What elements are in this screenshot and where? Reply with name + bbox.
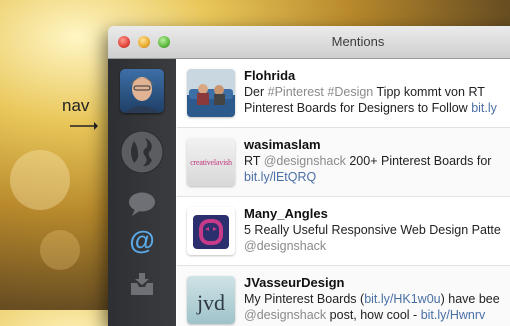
tweet-body: wasimaslam RT @designshack 200+ Pinteres… (244, 137, 510, 185)
app-window: Mentions @ Flohrida Der #Pinterest #Desi… (108, 26, 510, 326)
tweet-line-2: Pinterest Boards for Designers to Follow… (244, 100, 510, 116)
background-bokeh (10, 150, 70, 210)
tweet-username[interactable]: JVasseurDesign (244, 275, 510, 291)
couch-photo-icon (187, 69, 235, 117)
tweet-avatar[interactable]: creativelavish (187, 138, 235, 186)
mentions-timeline[interactable]: Flohrida Der #Pinterest #Design Tipp kom… (177, 59, 510, 326)
tweet-body: Flohrida Der #Pinterest #Design Tipp kom… (244, 68, 510, 116)
tweet-line-2: @designshack post, how cool - bit.ly/Hwn… (244, 307, 510, 323)
person-icon (124, 77, 160, 113)
mention-link[interactable]: @designshack (244, 239, 326, 253)
nav-inbox[interactable] (108, 271, 176, 297)
tweet-body: JVasseurDesign My Pinterest Boards (bit.… (244, 275, 510, 323)
nav-designshack-account[interactable] (108, 129, 176, 175)
hashtag-link[interactable]: #Pinterest (268, 85, 324, 99)
avatar-logo-text: jvd (196, 290, 226, 315)
svg-text:@: @ (129, 227, 154, 255)
tweet-line-1: RT @designshack 200+ Pinterest Boards fo… (244, 153, 510, 169)
tweet-username[interactable]: wasimaslam (244, 137, 510, 153)
tweet-text: post, how cool - (326, 308, 421, 322)
window-title: Mentions (331, 34, 385, 49)
nav-messages[interactable] (108, 191, 176, 217)
tweet-line-1: Der #Pinterest #Design Tipp kommt von RT (244, 84, 510, 100)
profile-avatar[interactable] (120, 69, 164, 113)
inbox-tray-icon (131, 273, 153, 295)
tweet-text: ) have bee (440, 292, 500, 306)
tweet-username[interactable]: Many_Angles (244, 206, 510, 222)
url-link[interactable]: bit.ly/lEtQRQ (244, 170, 316, 184)
tweet-line-1: My Pinterest Boards (bit.ly/HK1w0u) have… (244, 291, 510, 307)
speech-bubble-icon (129, 192, 155, 216)
annotation-label: nav (62, 96, 90, 115)
avatar-logo-text: creativelavish (190, 158, 232, 167)
tweet-item[interactable]: Flohrida Der #Pinterest #Design Tipp kom… (177, 59, 510, 128)
tweet-body: Many_Angles 5 Really Useful Responsive W… (244, 206, 510, 254)
tweet-item[interactable]: Many_Angles 5 Really Useful Responsive W… (177, 197, 510, 266)
globe-shape-icon (120, 130, 164, 174)
tweet-text: Der (244, 85, 268, 99)
angular-face-icon (193, 215, 229, 249)
hashtag-link[interactable]: #Design (327, 85, 373, 99)
tweet-avatar[interactable] (187, 207, 235, 255)
tweet-text: Pinterest Boards for Designers to Follow (244, 101, 472, 115)
title-bar: Mentions (108, 26, 510, 59)
arrow-right-icon (70, 122, 98, 130)
tweet-username[interactable]: Flohrida (244, 68, 510, 84)
tweet-avatar[interactable] (187, 69, 235, 117)
url-link[interactable]: bit.ly/Hwnrv (421, 308, 486, 322)
tweet-text: 200+ Pinterest Boards for (345, 154, 492, 168)
tweet-line-2: @designshack (244, 238, 510, 254)
tweet-text: Tipp kommt von RT (373, 85, 485, 99)
tweet-text: My Pinterest Boards ( (244, 292, 365, 306)
tweet-item[interactable]: creativelavish wasimaslam RT @designshac… (177, 128, 510, 197)
tweet-item[interactable]: jvd JVasseurDesign My Pinterest Boards (… (177, 266, 510, 326)
mention-link[interactable]: @designshack (264, 154, 346, 168)
mention-link[interactable]: @designshack (244, 308, 326, 322)
background-bokeh (40, 230, 80, 270)
at-sign-icon: @ (129, 227, 154, 255)
url-link[interactable]: bit.ly (471, 101, 497, 115)
tweet-avatar[interactable]: jvd (187, 276, 235, 324)
nav-mentions[interactable]: @ (108, 227, 176, 255)
tweet-line-2: bit.ly/lEtQRQ (244, 169, 510, 185)
tweet-line-1: 5 Really Useful Responsive Web Design Pa… (244, 223, 501, 237)
tweet-text: RT (244, 154, 264, 168)
url-link[interactable]: bit.ly/HK1w0u (364, 292, 440, 306)
nav-sidebar: @ (108, 59, 176, 326)
